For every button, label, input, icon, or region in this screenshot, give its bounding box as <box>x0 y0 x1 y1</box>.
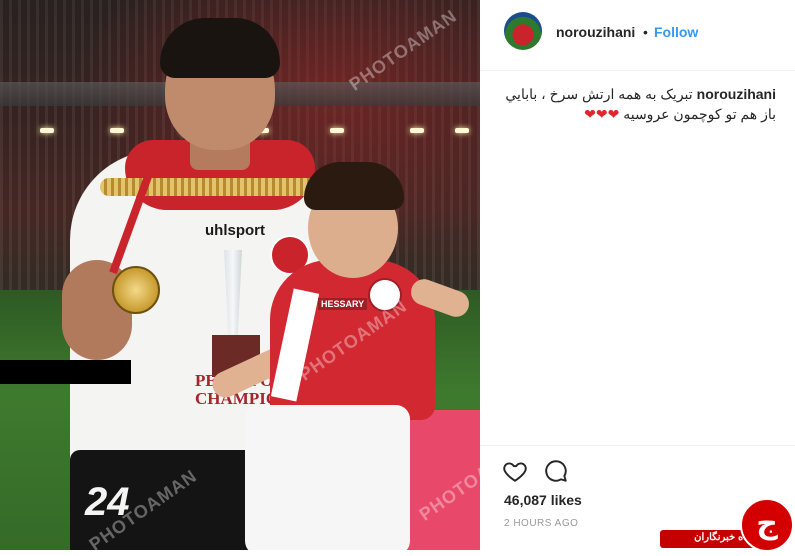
shirt-brand: uhlsport <box>205 222 265 239</box>
scarf-fringe <box>100 178 330 196</box>
caption-line-1: norouzihaniتبريک به همه ارتش سرخ ، باباي… <box>504 84 776 104</box>
caption-text-2: باز هم تو کوچمون عروسيه <box>623 106 776 122</box>
post-header: norouzihani • Follow <box>480 0 795 71</box>
post-caption: norouzihaniتبريک به همه ارتش سرخ ، باباي… <box>504 84 776 124</box>
caption-text-1: تبريک به همه ارتش سرخ ، بابايي <box>505 86 693 102</box>
separator-dot: • <box>643 24 648 40</box>
likes-count[interactable]: 46,087 likes <box>504 492 582 508</box>
child-shirt-logo: HESSARY <box>318 298 368 310</box>
caption-username[interactable]: norouzihani <box>697 86 776 102</box>
medal <box>112 266 160 314</box>
news-logo: ج <box>740 498 794 552</box>
follow-button[interactable]: Follow <box>654 24 698 40</box>
heart-icon[interactable] <box>502 458 528 484</box>
caption-line-2: باز هم تو کوچمون عروسيه ❤❤❤ <box>504 104 776 124</box>
player-hair <box>160 18 280 78</box>
redaction-bar <box>0 360 131 384</box>
child-shorts <box>245 405 410 550</box>
post-info-panel: norouzihani • Follow norouzihaniتبريک به… <box>480 0 795 550</box>
caption-hearts: ❤❤❤ <box>584 106 620 122</box>
post-timestamp[interactable]: 2 HOURS AGO <box>504 518 578 529</box>
username-link[interactable]: norouzihani <box>556 24 635 40</box>
avatar[interactable] <box>504 12 542 50</box>
child-hair <box>304 162 404 210</box>
comment-icon[interactable] <box>543 458 569 484</box>
post-photo[interactable]: uhlsport PERSEPOLIS CHAMPION 24 HESSARY … <box>0 0 480 550</box>
